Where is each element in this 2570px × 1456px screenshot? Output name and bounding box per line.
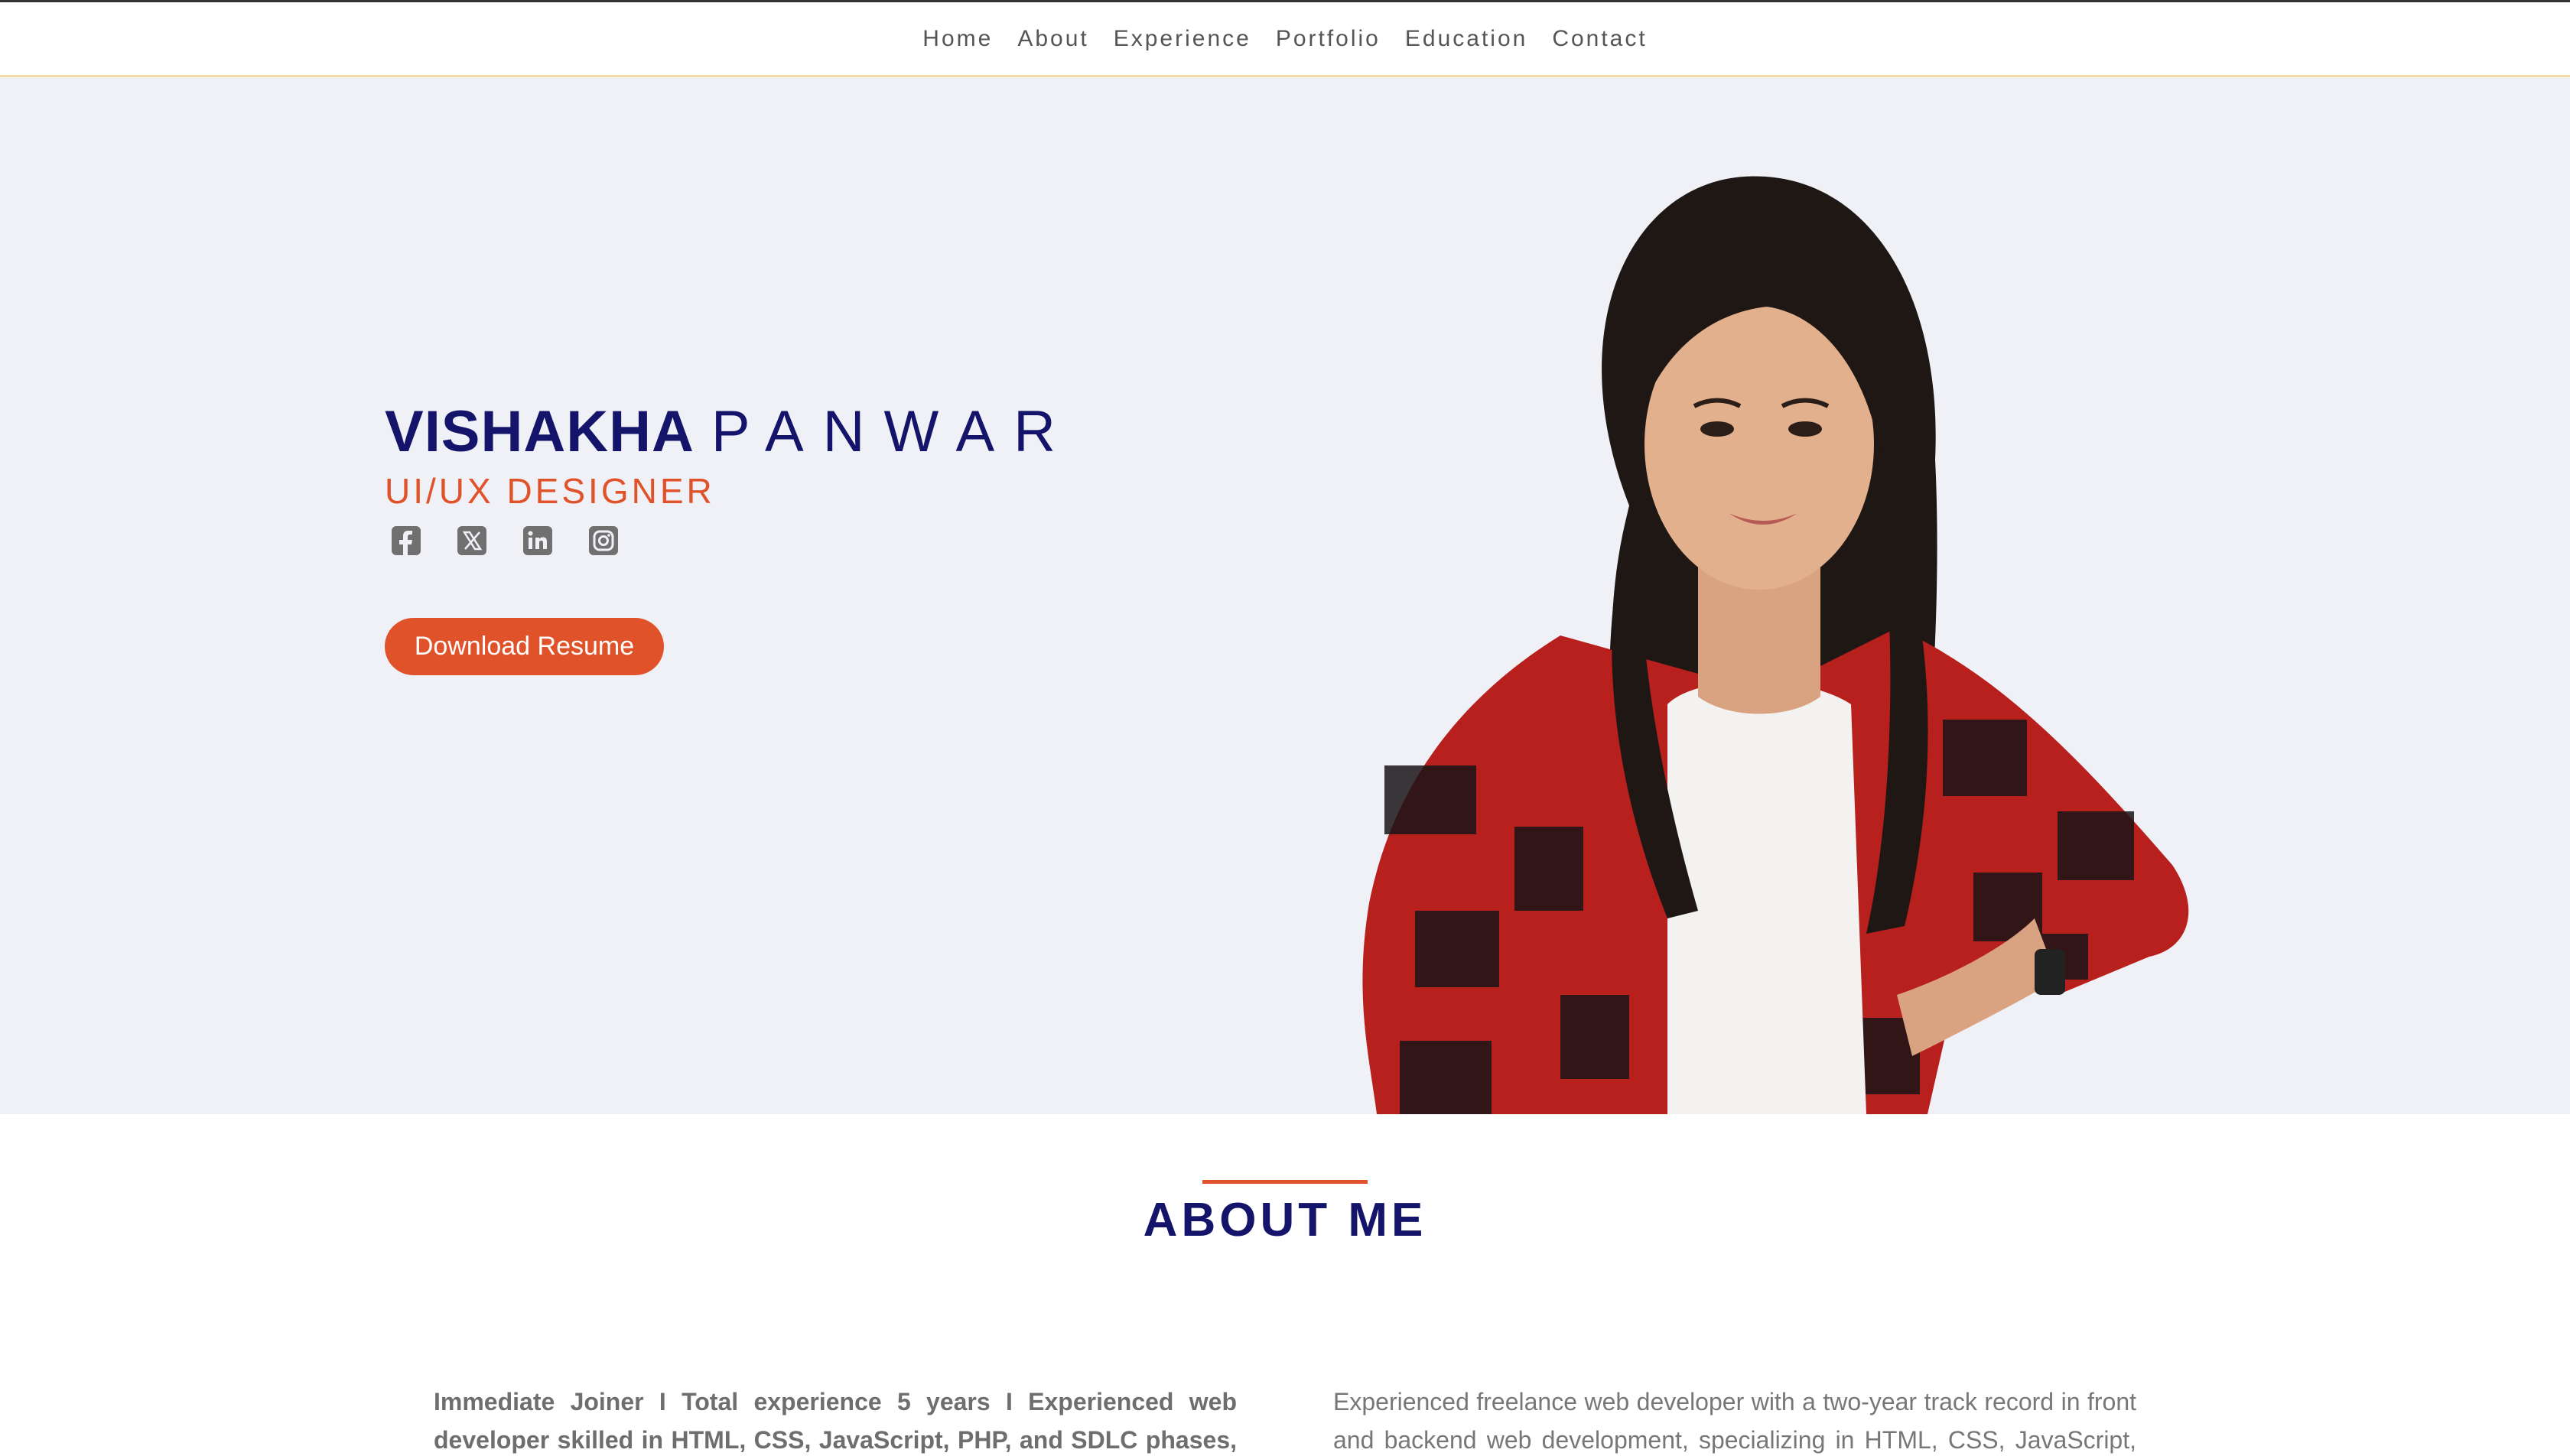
last-name: PANWAR — [711, 399, 1075, 464]
about-summary-right: Experienced freelance web developer with… — [1333, 1383, 2136, 1456]
hero-name: VISHAKHA PANWAR — [385, 398, 1075, 475]
nav-contact[interactable]: Contact — [1552, 20, 1647, 58]
first-name: VISHAKHA — [385, 399, 695, 464]
about-right-line-2: and backend web development, specializin… — [1333, 1426, 2136, 1454]
about-left-line-1: Immediate Joiner I Total experience 5 ye… — [434, 1388, 1237, 1415]
nav-about[interactable]: About — [1017, 20, 1088, 58]
social-links — [390, 525, 620, 557]
nav-portfolio[interactable]: Portfolio — [1276, 20, 1381, 58]
about-heading-rule — [1202, 1180, 1368, 1184]
hero-job-title: UI/UX DESIGNER — [385, 471, 715, 511]
nav-home[interactable]: Home — [922, 20, 993, 58]
profile-photo — [1362, 176, 2189, 1114]
about-right-line-1: Experienced freelance web developer with… — [1333, 1388, 2136, 1415]
x-twitter-icon[interactable] — [456, 525, 488, 557]
hero-section: VISHAKHA PANWAR UI/UX DESIGNER Download … — [0, 77, 2570, 1114]
instagram-icon[interactable] — [587, 525, 620, 557]
nav-experience[interactable]: Experience — [1114, 20, 1251, 58]
about-left-line-2: developer skilled in HTML, CSS, JavaScri… — [434, 1426, 1237, 1454]
about-summary-left: Immediate Joiner I Total experience 5 ye… — [434, 1383, 1237, 1456]
facebook-icon[interactable] — [390, 525, 422, 557]
main-navigation: Home About Experience Portfolio Educatio… — [0, 2, 2570, 77]
nav-education[interactable]: Education — [1405, 20, 1527, 58]
linkedin-icon[interactable] — [522, 525, 554, 557]
about-heading: ABOUT ME — [1143, 1194, 1427, 1246]
download-resume-button[interactable]: Download Resume — [385, 618, 664, 675]
